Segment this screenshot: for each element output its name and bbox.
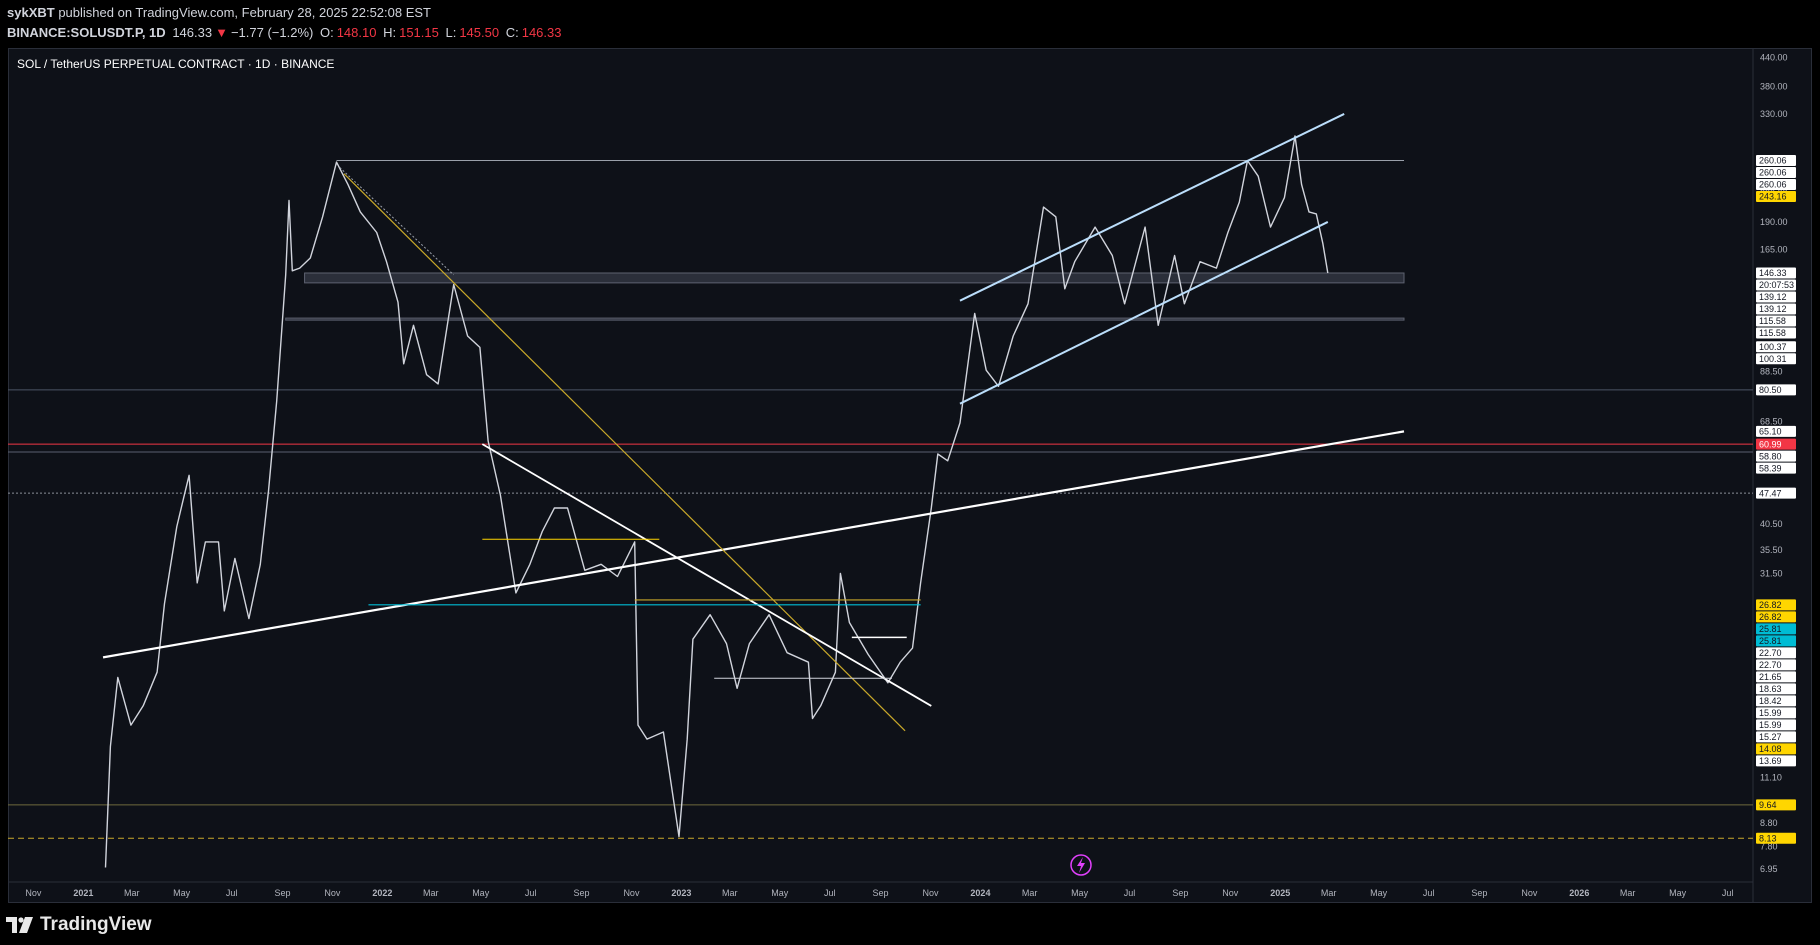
y-tick-label: 8.80 [1760, 818, 1778, 828]
x-tick-label: Jul [824, 888, 836, 898]
x-tick-label: May [1071, 888, 1089, 898]
x-tick-label: Nov [324, 888, 341, 898]
y-tick-label: 35.50 [1760, 545, 1783, 555]
price-label-text: 146.33 [1759, 268, 1787, 278]
support-zone[interactable] [285, 317, 1405, 321]
x-tick-label: Mar [1022, 888, 1038, 898]
chart-title: SOL / TetherUS PERPETUAL CONTRACT · 1D ·… [17, 57, 334, 71]
x-tick-label: May [771, 888, 789, 898]
price-label-text: 18.42 [1759, 696, 1782, 706]
price-label-text: 13.69 [1759, 756, 1782, 766]
tradingview-logo-icon [6, 917, 33, 933]
price-label-text: 47.47 [1759, 488, 1782, 498]
y-tick-label: 440.00 [1760, 53, 1788, 63]
x-tick-label: Jul [1423, 888, 1435, 898]
price-label-text: 260.06 [1759, 180, 1787, 190]
price-label-text: 139.12 [1759, 292, 1787, 302]
lightning-event-icon[interactable] [1070, 854, 1092, 876]
x-tick-label: May [1370, 888, 1388, 898]
x-tick-label: Jul [226, 888, 238, 898]
x-tick-label: 2021 [73, 888, 93, 898]
x-tick-label: Mar [1321, 888, 1337, 898]
x-tick-label: Mar [124, 888, 140, 898]
price-label-text: 65.10 [1759, 427, 1782, 437]
y-tick-label: 40.50 [1760, 519, 1783, 529]
price-label-text: 80.50 [1759, 385, 1782, 395]
price-label-text: 100.31 [1759, 354, 1787, 364]
x-tick-label: Sep [872, 888, 888, 898]
trend-line[interactable] [959, 221, 1329, 405]
price-label-text: 26.82 [1759, 612, 1782, 622]
support-zone[interactable] [304, 272, 1405, 284]
x-tick-label: Nov [1521, 888, 1538, 898]
trend-line[interactable] [481, 443, 932, 707]
y-tick-label: 6.95 [1760, 864, 1778, 874]
price-label-text: 8.13 [1759, 833, 1777, 843]
y-tick-label: 380.00 [1760, 81, 1788, 91]
price-label-text: 60.99 [1759, 439, 1782, 449]
x-tick-label: 2025 [1270, 888, 1290, 898]
x-tick-label: Mar [423, 888, 439, 898]
x-tick-label: Jul [525, 888, 537, 898]
price-series-line[interactable] [104, 135, 1329, 868]
y-tick-label: 31.50 [1760, 568, 1783, 578]
price-label-text: 25.81 [1759, 636, 1782, 646]
x-tick-label: Mar [722, 888, 738, 898]
x-tick-label: Jul [1722, 888, 1734, 898]
price-label-text: 21.65 [1759, 672, 1782, 682]
price-label-text: 22.70 [1759, 660, 1782, 670]
x-tick-label: Nov [623, 888, 640, 898]
trend-line[interactable] [102, 430, 1405, 659]
y-tick-label: 11.10 [1760, 772, 1782, 782]
x-tick-label: 2022 [372, 888, 392, 898]
price-label-text: 260.06 [1759, 156, 1787, 166]
x-tick-label: May [472, 888, 490, 898]
price-label-text: 25.81 [1759, 624, 1782, 634]
x-tick-label: Nov [1222, 888, 1239, 898]
x-tick-label: Nov [922, 888, 939, 898]
price-label-text: 58.80 [1759, 451, 1782, 461]
price-label-text: 139.12 [1759, 304, 1787, 314]
x-tick-label: Jul [1124, 888, 1136, 898]
y-tick-label: 190.00 [1760, 217, 1788, 227]
y-tick-label: 330.00 [1760, 109, 1788, 119]
y-tick-label: 165.00 [1760, 245, 1788, 255]
x-tick-label: Sep [274, 888, 290, 898]
y-tick-label: 88.50 [1760, 366, 1783, 376]
price-label-text: 22.70 [1759, 648, 1782, 658]
x-tick-label: Mar [1620, 888, 1636, 898]
price-label-text: 14.08 [1759, 744, 1782, 754]
price-label-text: 260.06 [1759, 168, 1787, 178]
price-chart[interactable]: SOL / TetherUS PERPETUAL CONTRACT · 1D ·… [0, 0, 1820, 945]
x-tick-label: May [173, 888, 191, 898]
price-label-text: 115.58 [1759, 328, 1786, 338]
price-label-text: 58.39 [1759, 463, 1782, 473]
trend-line[interactable] [339, 167, 455, 276]
price-label-text: 115.58 [1759, 316, 1786, 326]
x-tick-label: 2023 [671, 888, 691, 898]
x-tick-label: Sep [1471, 888, 1487, 898]
tradingview-brand[interactable]: TradingView [6, 913, 152, 937]
y-tick-label: 68.50 [1760, 416, 1783, 426]
x-tick-label: 2026 [1569, 888, 1589, 898]
price-label-text: 15.99 [1759, 708, 1782, 718]
x-tick-label: May [1669, 888, 1687, 898]
x-tick-label: Sep [1172, 888, 1188, 898]
price-label-text: 26.82 [1759, 600, 1782, 610]
x-tick-label: Sep [573, 888, 589, 898]
x-tick-label: 2024 [970, 888, 990, 898]
price-label-text: 9.64 [1759, 800, 1777, 810]
price-label-text: 18.63 [1759, 684, 1782, 694]
price-label-text: 20:07:53 [1759, 280, 1794, 290]
price-label-text: 15.99 [1759, 720, 1782, 730]
price-label-text: 15.27 [1759, 732, 1782, 742]
brand-text: TradingView [40, 914, 152, 935]
price-label-text: 100.37 [1759, 342, 1787, 352]
x-tick-label: Nov [25, 888, 42, 898]
price-label-text: 243.16 [1759, 192, 1787, 202]
